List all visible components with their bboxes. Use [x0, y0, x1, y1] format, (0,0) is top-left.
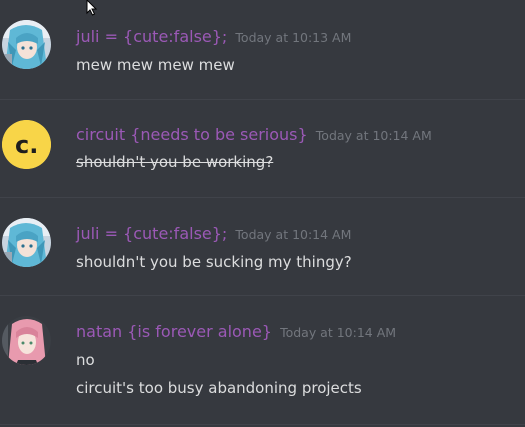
message-text: mew mew mew mew [76, 56, 235, 74]
message-group: juli = {cute:false}; Today at 10:13 AM m… [0, 0, 525, 99]
avatar-letter: c. [15, 131, 38, 159]
message-header: juli = {cute:false}; Today at 10:14 AM [76, 224, 351, 245]
timestamp: Today at 10:14 AM [235, 227, 352, 242]
avatar-juli[interactable] [2, 20, 51, 69]
message-text: shouldn't you be sucking my thingy? [76, 253, 352, 271]
username[interactable]: juli = {cute:false}; [76, 224, 227, 243]
timestamp: Today at 10:14 AM [280, 325, 397, 340]
message-divider [0, 424, 525, 425]
username[interactable]: circuit {needs to be serious} [76, 125, 308, 144]
message-text-strikethrough: shouldn't you be working? [76, 153, 274, 171]
timestamp: Today at 10:14 AM [315, 128, 432, 143]
username[interactable]: natan {is forever alone} [76, 322, 272, 341]
message-group: c. circuit {needs to be serious} Today a… [0, 100, 525, 197]
message-text: circuit's too busy abandoning projects [76, 379, 362, 397]
message-header: natan {is forever alone} Today at 10:14 … [76, 322, 396, 343]
message-text: no [76, 351, 95, 369]
message-group: natan {is forever alone} Today at 10:14 … [0, 296, 525, 427]
message-header: circuit {needs to be serious} Today at 1… [76, 125, 432, 146]
timestamp: Today at 10:13 AM [235, 30, 352, 45]
avatar-circuit[interactable]: c. [2, 120, 51, 169]
message-header: juli = {cute:false}; Today at 10:13 AM [76, 27, 351, 48]
username[interactable]: juli = {cute:false}; [76, 27, 227, 46]
avatar-natan[interactable] [2, 316, 51, 365]
avatar-juli[interactable] [2, 218, 51, 267]
message-group: juli = {cute:false}; Today at 10:14 AM s… [0, 198, 525, 295]
